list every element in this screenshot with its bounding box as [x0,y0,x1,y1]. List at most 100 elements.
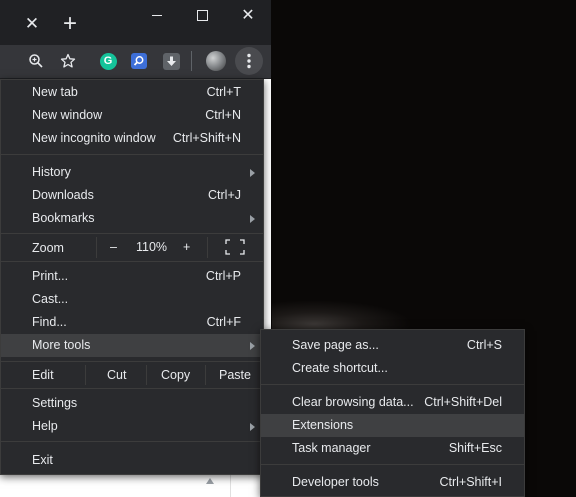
menu-item-print[interactable]: Print... Ctrl+P [1,265,263,288]
menu-item-bookmarks[interactable]: Bookmarks [1,207,263,230]
chrome-menu-button[interactable] [235,47,263,75]
paste-button[interactable]: Paste [206,362,262,389]
copy-button[interactable]: Copy [147,362,204,389]
submenu-item-create-shortcut[interactable]: Create shortcut... [261,357,524,380]
menu-item-label: New window [32,108,103,122]
menu-item-label: Developer tools [292,475,379,489]
menu-item-label: Find... [32,315,67,329]
menu-item-label: Help [32,419,58,433]
menu-item-cast[interactable]: Cast... [1,288,263,311]
menu-item-new-tab[interactable]: New tab Ctrl+T [1,81,263,104]
chrome-main-menu: New tab Ctrl+T New window Ctrl+N New inc… [0,79,264,475]
fullscreen-icon [225,239,245,255]
paste-label: Paste [219,368,251,382]
menu-item-shortcut: Ctrl+Shift+Del [424,395,502,409]
cut-button[interactable]: Cut [86,362,146,389]
menu-item-shortcut: Ctrl+Shift+N [172,131,241,145]
menu-item-shortcut: Ctrl+J [208,188,241,202]
zoom-in-button[interactable]: + [176,234,200,261]
plus-icon: + [62,10,77,37]
menu-item-label: More tools [32,338,91,352]
scroll-up-arrow[interactable] [206,478,214,484]
menu-item-help[interactable]: Help [1,415,263,438]
menu-item-label: Task manager [292,441,371,455]
menu-item-label: History [32,165,71,179]
submenu-arrow-icon [250,423,255,431]
scrollbar-track[interactable] [230,474,231,497]
menu-item-shortcut: Ctrl+T [206,85,241,99]
menu-item-find[interactable]: Find... Ctrl+F [1,311,263,334]
copy-label: Copy [161,368,191,382]
zoom-icon[interactable] [25,50,47,72]
profile-avatar[interactable] [205,50,227,72]
menu-item-label: Settings [32,396,78,410]
submenu-item-task-manager[interactable]: Task manager Shift+Esc [261,437,524,460]
menu-item-label: New tab [32,85,78,99]
menu-separator [1,261,263,262]
menu-item-new-incognito-window[interactable]: New incognito window Ctrl+Shift+N [1,127,263,150]
toolbar-separator [191,51,192,71]
maximize-button[interactable] [192,6,212,26]
submenu-item-extensions[interactable]: Extensions [261,414,524,437]
zoom-divider [207,237,208,258]
close-window-icon: ✕ [241,7,255,24]
fullscreen-button[interactable] [223,234,247,261]
zoom-divider [96,237,97,258]
menu-item-label: Extensions [292,418,354,432]
close-tab-button[interactable]: ✕ [22,15,42,35]
zoom-level-value: 110% [136,240,168,254]
submenu-arrow-icon [250,342,255,350]
menu-item-new-window[interactable]: New window Ctrl+N [1,104,263,127]
menu-item-more-tools[interactable]: More tools [1,334,263,357]
zoom-out-button[interactable]: – [101,234,127,261]
menu-item-shortcut: Ctrl+S [466,338,502,352]
minus-icon: – [110,240,117,254]
menu-edit-row: Edit Cut Copy Paste [1,362,263,388]
menu-item-label: Cast... [32,292,69,306]
grammarly-icon[interactable]: G [97,50,119,72]
menu-separator [1,388,263,389]
menu-item-shortcut: Shift+Esc [448,441,502,455]
submenu-arrow-icon [250,215,255,223]
bookmark-star-icon[interactable] [57,50,79,72]
menu-item-label: Exit [32,453,53,467]
menu-zoom-row: Zoom – 110% + [1,234,263,261]
submenu-item-developer-tools[interactable]: Developer tools Ctrl+Shift+I [261,471,524,494]
menu-item-label: Bookmarks [32,211,95,225]
three-dots-vertical-icon [247,53,251,69]
close-window-button[interactable]: ✕ [238,5,258,25]
close-icon: ✕ [24,14,40,33]
menu-item-shortcut: Ctrl+N [205,108,241,122]
menu-separator [1,154,263,155]
menu-item-label: Create shortcut... [292,361,388,375]
menu-item-exit[interactable]: Exit [1,449,263,472]
menu-item-history[interactable]: History [1,161,263,184]
new-tab-button[interactable]: + [58,12,82,36]
submenu-arrow-icon [250,169,255,177]
plus-icon: + [183,240,191,254]
zoom-label: Zoom [32,241,64,255]
submenu-item-save-page-as[interactable]: Save page as... Ctrl+S [261,334,524,357]
menu-item-shortcut: Ctrl+F [206,315,241,329]
submenu-item-clear-browsing-data[interactable]: Clear browsing data... Ctrl+Shift+Del [261,391,524,414]
edit-label: Edit [32,368,54,382]
menu-separator [261,464,524,465]
maximize-icon [197,10,208,21]
menu-item-label: Save page as... [292,338,379,352]
menu-separator [1,441,263,442]
download-extension-icon[interactable] [160,50,182,72]
menu-item-settings[interactable]: Settings [1,392,263,415]
menu-item-label: Clear browsing data... [292,395,414,409]
menu-item-label: Print... [32,269,69,283]
more-tools-submenu: Save page as... Ctrl+S Create shortcut..… [260,329,525,497]
minimize-icon [152,15,162,16]
extension-search-icon[interactable] [128,50,150,72]
menu-item-shortcut: Ctrl+Shift+I [439,475,502,489]
menu-separator [261,384,524,385]
menu-item-downloads[interactable]: Downloads Ctrl+J [1,184,263,207]
menu-item-shortcut: Ctrl+P [205,269,241,283]
cut-label: Cut [107,368,127,382]
menu-item-label: Downloads [32,188,94,202]
menu-item-label: New incognito window [32,131,156,145]
minimize-button[interactable] [147,6,167,26]
